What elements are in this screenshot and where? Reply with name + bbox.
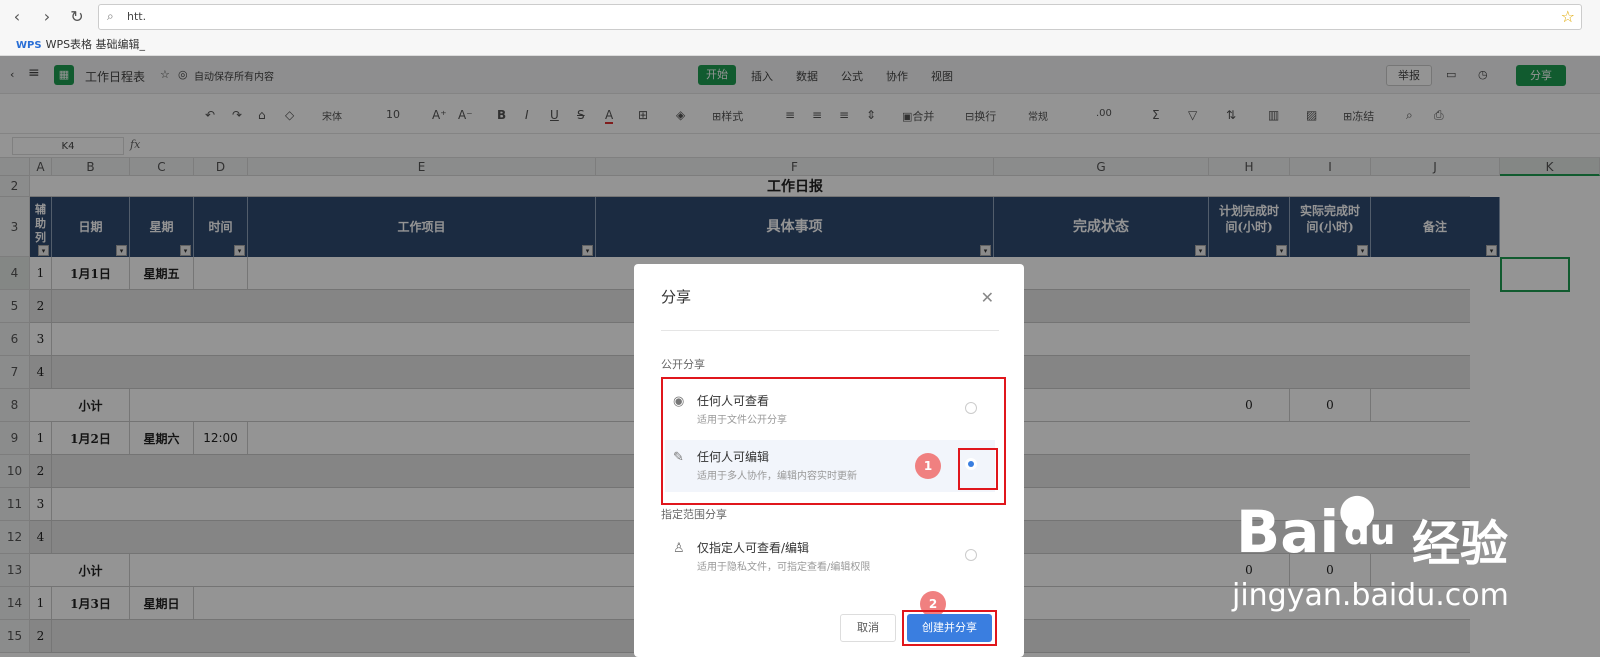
reload-icon[interactable]: ↻: [66, 6, 88, 28]
browser-toolbar: ‹ › ↻ ⌕ htt. ☆ WPS WPS表格 基础编辑_: [0, 0, 1600, 56]
eye-icon: ◉: [673, 394, 685, 409]
option-desc: 适用于隐私文件，可指定查看/编辑权限: [697, 562, 871, 573]
search-icon: ⌕: [107, 9, 114, 23]
watermark-brand-right: 经验: [1412, 516, 1509, 572]
url-text: htt.: [127, 10, 147, 23]
divider: [661, 330, 999, 331]
bookmark-label: WPS表格 基础编辑_: [45, 38, 146, 51]
step-badge-1: 1: [915, 453, 941, 479]
forward-icon[interactable]: ›: [36, 6, 58, 28]
radio-view[interactable]: [965, 402, 977, 414]
back-icon[interactable]: ‹: [6, 6, 28, 28]
option-title: 任何人可编辑: [697, 450, 770, 464]
scope-share-label: 指定范围分享: [661, 508, 727, 521]
option-anyone-edit[interactable]: ✎ 任何人可编辑 适用于多人协作，编辑内容实时更新: [665, 440, 995, 492]
option-desc: 适用于多人协作，编辑内容实时更新: [697, 471, 857, 482]
create-share-button[interactable]: 创建并分享: [907, 614, 992, 642]
paw-icon: ●: [1338, 484, 1377, 535]
address-bar[interactable]: ⌕ htt. ☆: [98, 4, 1582, 30]
highlight-box-radio: [958, 448, 998, 490]
dialog-title: 分享: [661, 288, 692, 306]
public-share-label: 公开分享: [661, 358, 705, 371]
person-icon: ♙: [673, 541, 685, 556]
close-icon[interactable]: ✕: [981, 288, 994, 307]
watermark-brand-left: Bai: [1236, 498, 1340, 566]
option-specified[interactable]: ♙ 仅指定人可查看/编辑 适用于隐私文件，可指定查看/编辑权限: [665, 531, 995, 583]
wps-icon: WPS: [16, 40, 42, 51]
share-dialog: 分享 ✕ 公开分享 ◉ 任何人可查看 适用于文件公开分享 ✎ 任何人可编辑 适用…: [634, 264, 1024, 657]
option-desc: 适用于文件公开分享: [697, 415, 787, 426]
option-anyone-view[interactable]: ◉ 任何人可查看 适用于文件公开分享: [665, 384, 995, 436]
bookmark-star-icon[interactable]: ☆: [1561, 7, 1575, 26]
option-title: 任何人可查看: [697, 394, 770, 408]
cancel-button[interactable]: 取消: [840, 614, 896, 642]
radio-specified[interactable]: [965, 549, 977, 561]
pencil-icon: ✎: [673, 450, 684, 465]
option-title: 仅指定人可查看/编辑: [697, 541, 810, 555]
watermark-site: jingyan.baidu.com: [1232, 578, 1509, 613]
bookmark-item[interactable]: WPS WPS表格 基础编辑_: [16, 36, 145, 52]
